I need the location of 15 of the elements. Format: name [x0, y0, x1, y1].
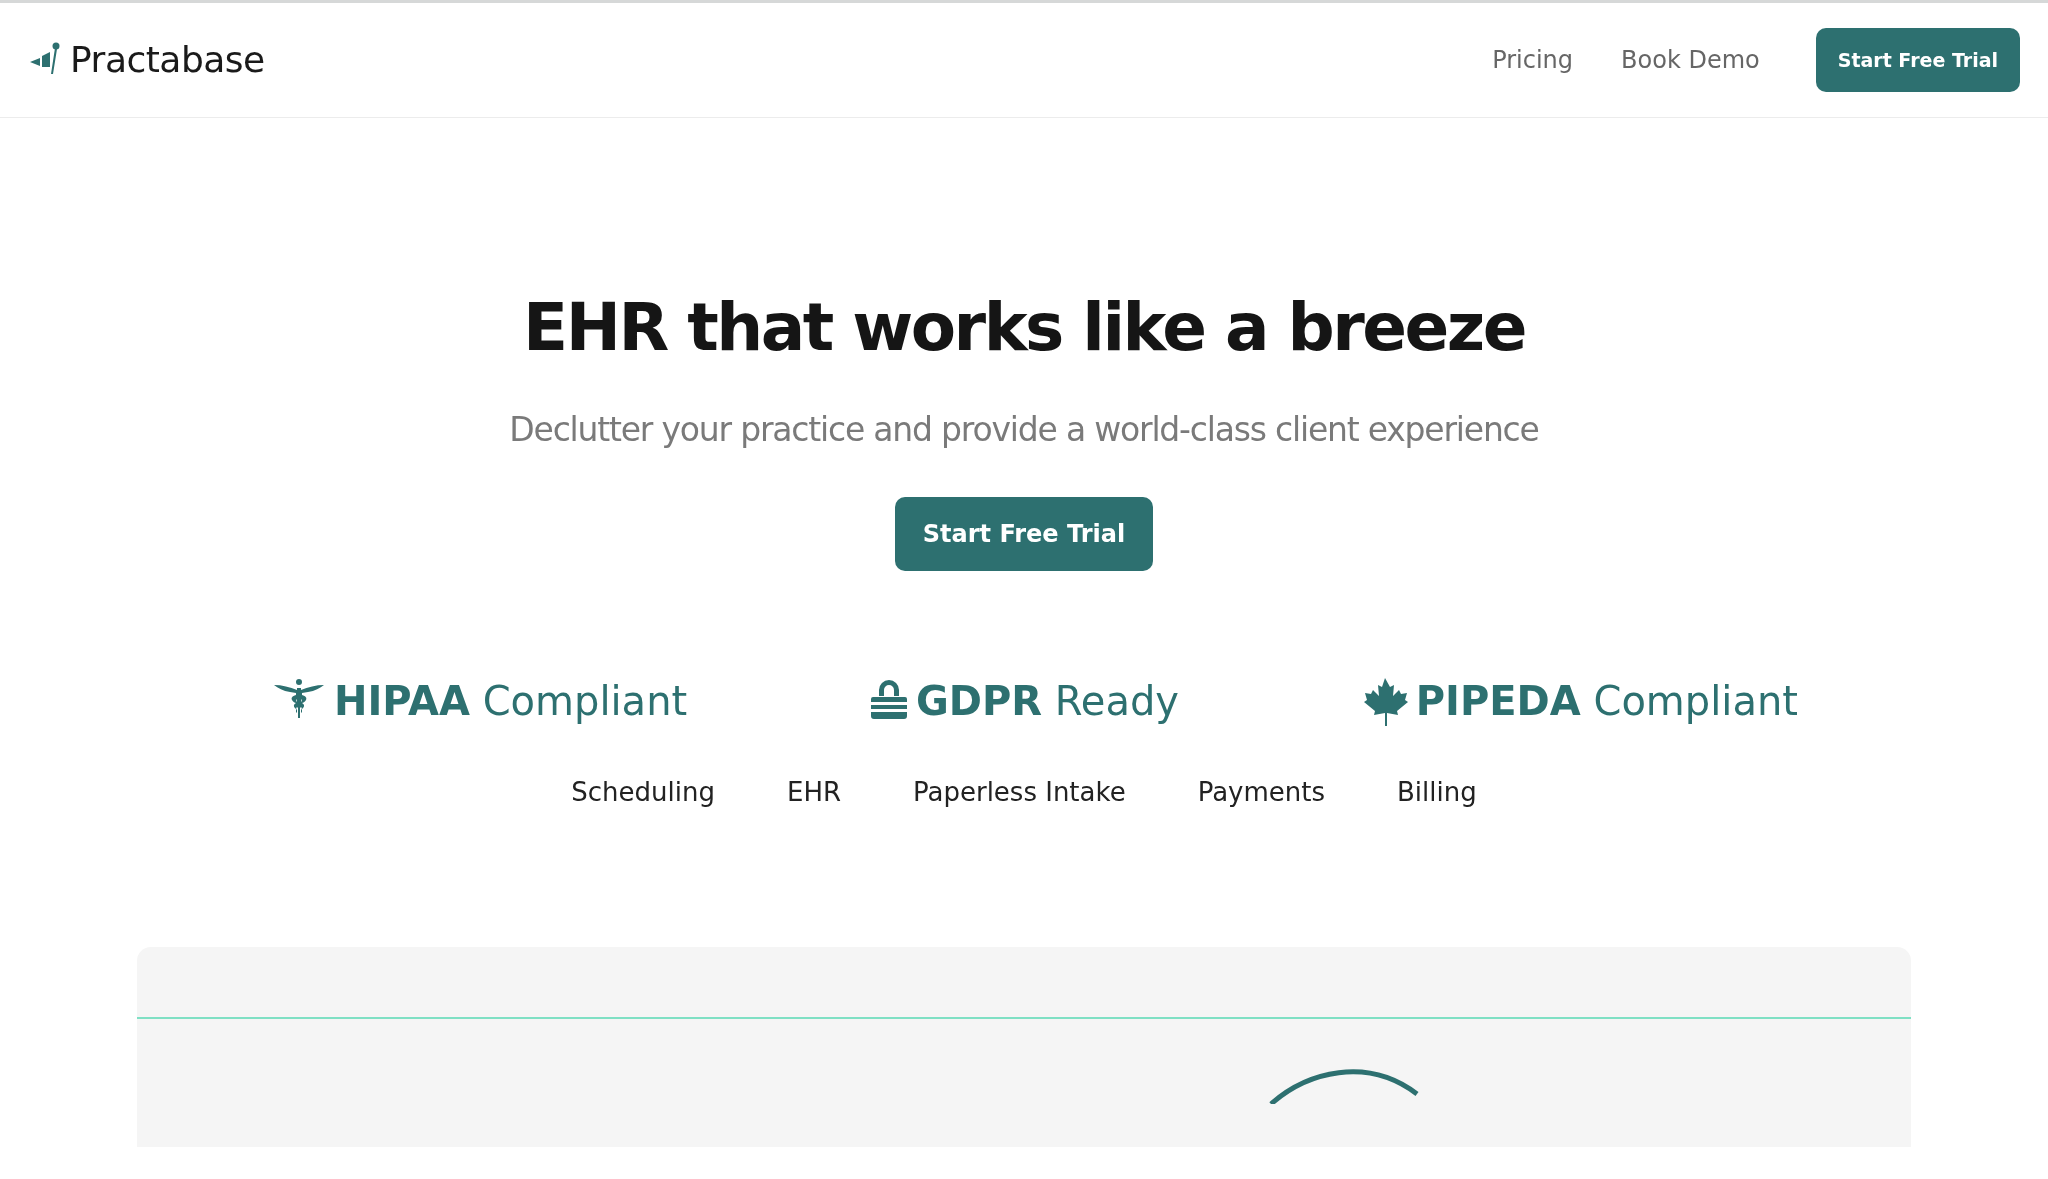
compliance-label: PIPEDA Compliant: [1415, 676, 1798, 726]
feature-tab[interactable]: Payments: [1197, 772, 1325, 812]
start-trial-button[interactable]: Start Free Trial: [894, 496, 1154, 571]
nav-link[interactable]: Pricing: [1492, 42, 1574, 78]
brand-name[interactable]: Practabase: [70, 33, 265, 87]
feature-tab[interactable]: Scheduling: [571, 772, 715, 812]
feature-tab[interactable]: Billing: [1397, 772, 1477, 812]
hero-title: EHR that works like a breeze: [523, 288, 1525, 368]
nav-link[interactable]: Book Demo: [1621, 42, 1760, 78]
hero-subtitle: Declutter your practice and provide a world-class client experience: [509, 409, 1539, 452]
compliance-label: HIPAA Compliant: [334, 676, 688, 726]
feature-tab[interactable]: EHR: [786, 772, 841, 812]
compliance-label: GDPR Ready: [915, 676, 1179, 726]
feature-tab[interactable]: Paperless Intake: [913, 772, 1126, 812]
start-trial-button[interactable]: Start Free Trial: [1815, 27, 2020, 93]
